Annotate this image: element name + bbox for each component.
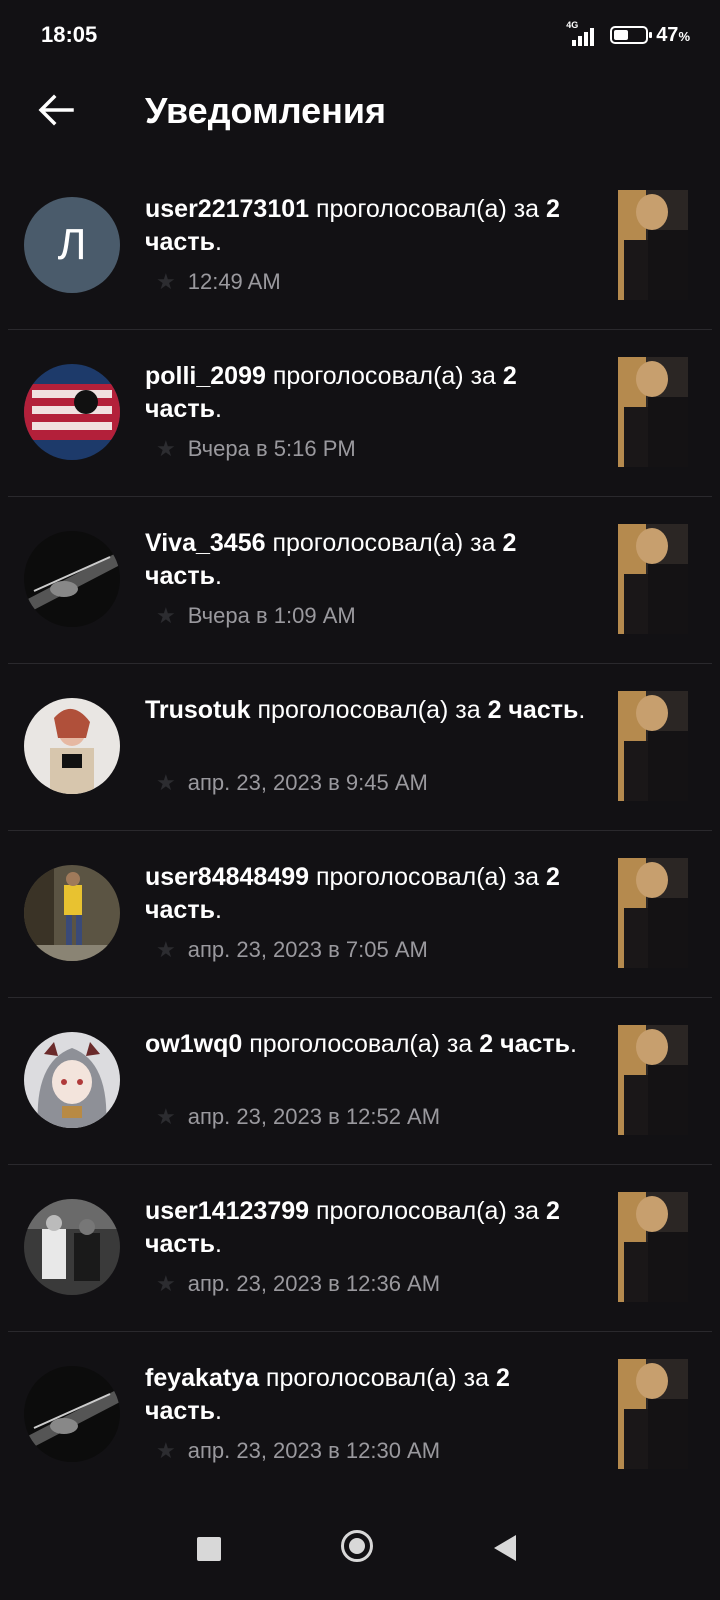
suffix-text: . — [214, 1230, 222, 1258]
status-bar: 18:05 4G 47% — [0, 0, 720, 70]
username[interactable]: ow1wq0 — [145, 1030, 242, 1058]
timestamp: апр. 23, 2023 в 9:45 AM — [187, 770, 428, 795]
avatar[interactable] — [24, 865, 120, 961]
arrow-left-icon — [38, 94, 74, 126]
notification-row[interactable]: ow1wq0 проголосовал(а) за 2 часть. ★ апр.… — [8, 998, 712, 1165]
notifications-screen: 18:05 4G 47% Уведомления Л user22173101 … — [0, 0, 720, 1600]
notification-meta: ★ Вчера в 5:16 PM — [156, 436, 356, 462]
avatar[interactable] — [24, 531, 120, 627]
username[interactable]: Trusotuk — [145, 696, 251, 724]
notification-row[interactable]: Trusotuk проголосовал(а) за 2 часть. ★ ап… — [8, 664, 712, 831]
notification-list[interactable]: Л user22173101 проголосовал(а) за 2 част… — [0, 163, 720, 1499]
username[interactable]: user14123799 — [145, 1197, 309, 1225]
notification-row[interactable]: feyakatya проголосовал(а) за 2 часть. ★ а… — [8, 1332, 712, 1499]
avatar[interactable] — [24, 364, 120, 460]
system-back-button[interactable] — [494, 1535, 516, 1561]
story-cover-thumbnail[interactable] — [618, 1192, 688, 1302]
status-icons: 4G 47% — [566, 20, 690, 50]
notification-message: Viva_3456 проголосовал(а) за 2 часть. — [145, 527, 590, 593]
avatar[interactable] — [24, 1366, 120, 1462]
action-text: проголосовал(а) за — [242, 1030, 480, 1058]
star-icon: ★ — [156, 603, 176, 628]
timestamp: апр. 23, 2023 в 7:05 AM — [187, 937, 428, 962]
avatar[interactable] — [24, 1032, 120, 1128]
suffix-text: . — [578, 696, 586, 724]
avatar[interactable] — [24, 1199, 120, 1295]
suffix-text: . — [214, 896, 222, 924]
star-icon: ★ — [156, 269, 176, 294]
suffix-text: . — [214, 395, 222, 423]
notification-message: polli_2099 проголосовал(а) за 2 часть. — [145, 360, 590, 426]
suffix-text: . — [214, 1397, 222, 1425]
star-icon: ★ — [156, 436, 176, 461]
avatar[interactable]: Л — [24, 197, 120, 293]
action-text: проголосовал(а) за — [265, 529, 503, 557]
notification-meta: ★ апр. 23, 2023 в 9:45 AM — [156, 770, 428, 796]
action-text: проголосовал(а) за — [250, 696, 488, 724]
battery-percent: 47% — [656, 23, 690, 46]
avatar[interactable] — [24, 698, 120, 794]
story-cover-thumbnail[interactable] — [618, 1359, 688, 1469]
page-title: Уведомления — [145, 90, 386, 131]
status-time: 18:05 — [41, 22, 98, 47]
action-text: проголосовал(а) за — [309, 195, 547, 223]
notification-meta: ★ апр. 23, 2023 в 12:52 AM — [156, 1104, 440, 1130]
action-text: проголосовал(а) за — [258, 1364, 496, 1392]
username[interactable]: user84848499 — [145, 863, 309, 891]
star-icon: ★ — [156, 1104, 176, 1129]
notification-meta: ★ 12:49 AM — [156, 269, 281, 295]
notification-meta: ★ Вчера в 1:09 AM — [156, 603, 356, 629]
suffix-text: . — [214, 228, 222, 256]
timestamp: Вчера в 1:09 AM — [187, 603, 356, 628]
notification-message: Trusotuk проголосовал(а) за 2 часть. — [145, 694, 590, 727]
action-text: проголосовал(а) за — [309, 863, 547, 891]
notification-meta: ★ апр. 23, 2023 в 12:30 AM — [156, 1438, 440, 1464]
notification-message: ow1wq0 проголосовал(а) за 2 часть. — [145, 1028, 590, 1061]
avatar-letter: Л — [57, 220, 87, 269]
action-text: проголосовал(а) за — [265, 362, 503, 390]
part-link[interactable]: 2 часть — [488, 696, 579, 724]
username[interactable]: Viva_3456 — [145, 529, 266, 557]
notification-row[interactable]: user14123799 проголосовал(а) за 2 часть.… — [8, 1165, 712, 1332]
story-cover-thumbnail[interactable] — [618, 1025, 688, 1135]
timestamp: апр. 23, 2023 в 12:30 AM — [187, 1438, 441, 1463]
star-icon: ★ — [156, 1438, 176, 1463]
signal-icon: 4G — [566, 20, 602, 48]
back-button[interactable] — [30, 84, 82, 136]
notification-row[interactable]: polli_2099 проголосовал(а) за 2 часть. ★… — [8, 330, 712, 497]
notification-message: feyakatya проголосовал(а) за 2 часть. — [145, 1362, 590, 1428]
story-cover-thumbnail[interactable] — [618, 691, 688, 801]
notification-row[interactable]: Л user22173101 проголосовал(а) за 2 част… — [8, 163, 712, 330]
notification-message: user84848499 проголосовал(а) за 2 часть. — [145, 861, 590, 927]
story-cover-thumbnail[interactable] — [618, 190, 688, 300]
story-cover-thumbnail[interactable] — [618, 357, 688, 467]
story-cover-thumbnail[interactable] — [618, 858, 688, 968]
notification-message: user14123799 проголосовал(а) за 2 часть. — [145, 1195, 590, 1261]
notification-row[interactable]: Viva_3456 проголосовал(а) за 2 часть. ★ В… — [8, 497, 712, 664]
notification-message: user22173101 проголосовал(а) за 2 часть. — [145, 193, 590, 259]
username[interactable]: user22173101 — [145, 195, 309, 223]
star-icon: ★ — [156, 937, 176, 962]
suffix-text: . — [214, 562, 222, 590]
notification-row[interactable]: user84848499 проголосовал(а) за 2 часть.… — [8, 831, 712, 998]
suffix-text: . — [570, 1030, 577, 1058]
battery-icon — [610, 26, 653, 44]
story-cover-thumbnail[interactable] — [618, 524, 688, 634]
timestamp: апр. 23, 2023 в 12:52 AM — [187, 1104, 441, 1129]
notification-meta: ★ апр. 23, 2023 в 7:05 AM — [156, 937, 428, 963]
username[interactable]: polli_2099 — [145, 362, 266, 390]
timestamp: Вчера в 5:16 PM — [187, 436, 356, 461]
action-text: проголосовал(а) за — [309, 1197, 547, 1225]
notification-meta: ★ апр. 23, 2023 в 12:36 AM — [156, 1271, 440, 1297]
timestamp: апр. 23, 2023 в 12:36 AM — [187, 1271, 441, 1296]
part-link[interactable]: 2 часть — [479, 1030, 570, 1058]
star-icon: ★ — [156, 770, 176, 795]
recents-button[interactable] — [197, 1537, 221, 1561]
home-button[interactable] — [341, 1530, 373, 1562]
star-icon: ★ — [156, 1271, 176, 1296]
system-nav-bar — [0, 1500, 720, 1600]
username[interactable]: feyakatya — [145, 1364, 259, 1392]
timestamp: 12:49 AM — [187, 269, 281, 294]
